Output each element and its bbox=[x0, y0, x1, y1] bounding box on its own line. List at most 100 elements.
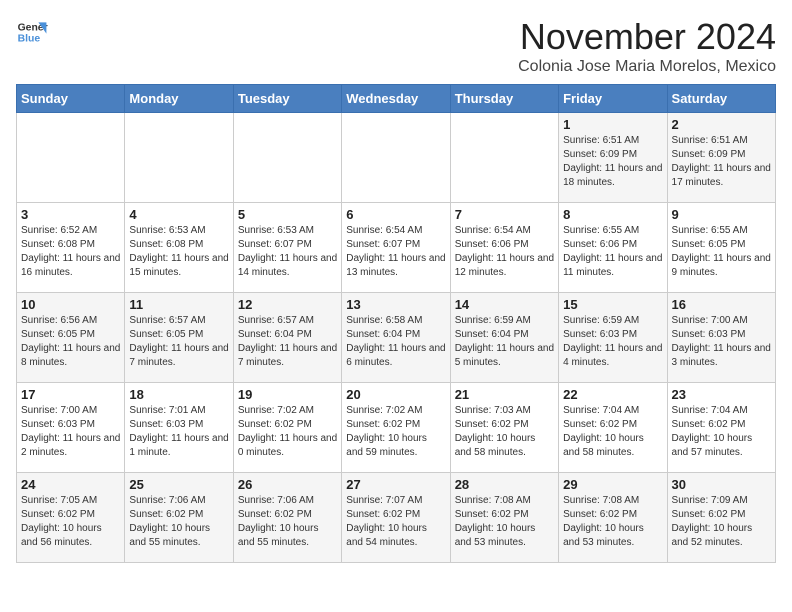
header-day-saturday: Saturday bbox=[667, 85, 775, 113]
day-number: 9 bbox=[672, 207, 771, 222]
day-info: Sunrise: 6:53 AM Sunset: 6:08 PM Dayligh… bbox=[129, 224, 228, 280]
day-number: 18 bbox=[129, 387, 228, 402]
day-number: 11 bbox=[129, 297, 228, 312]
day-info: Sunrise: 7:02 AM Sunset: 6:02 PM Dayligh… bbox=[238, 404, 337, 460]
day-info: Sunrise: 7:00 AM Sunset: 6:03 PM Dayligh… bbox=[672, 314, 771, 370]
calendar-week-1: 1 Sunrise: 6:51 AM Sunset: 6:09 PM Daylig… bbox=[17, 113, 776, 203]
calendar-cell: 9 Sunrise: 6:55 AM Sunset: 6:05 PM Daylig… bbox=[667, 203, 775, 293]
calendar-cell: 27 Sunrise: 7:07 AM Sunset: 6:02 PM Dayli… bbox=[342, 473, 450, 563]
calendar-cell: 28 Sunrise: 7:08 AM Sunset: 6:02 PM Dayli… bbox=[450, 473, 558, 563]
header-day-sunday: Sunday bbox=[17, 85, 125, 113]
day-info: Sunrise: 6:52 AM Sunset: 6:08 PM Dayligh… bbox=[21, 224, 120, 280]
day-number: 5 bbox=[238, 207, 337, 222]
day-info: Sunrise: 6:51 AM Sunset: 6:09 PM Dayligh… bbox=[672, 134, 771, 190]
day-number: 16 bbox=[672, 297, 771, 312]
calendar-cell: 18 Sunrise: 7:01 AM Sunset: 6:03 PM Dayli… bbox=[125, 383, 233, 473]
header-day-monday: Monday bbox=[125, 85, 233, 113]
calendar-cell bbox=[233, 113, 341, 203]
calendar-cell bbox=[125, 113, 233, 203]
day-info: Sunrise: 6:54 AM Sunset: 6:06 PM Dayligh… bbox=[455, 224, 554, 280]
calendar-cell bbox=[450, 113, 558, 203]
day-info: Sunrise: 6:55 AM Sunset: 6:05 PM Dayligh… bbox=[672, 224, 771, 280]
calendar-cell bbox=[342, 113, 450, 203]
day-number: 21 bbox=[455, 387, 554, 402]
day-number: 28 bbox=[455, 477, 554, 492]
calendar-cell: 15 Sunrise: 6:59 AM Sunset: 6:03 PM Dayli… bbox=[559, 293, 667, 383]
day-number: 24 bbox=[21, 477, 120, 492]
calendar-cell: 13 Sunrise: 6:58 AM Sunset: 6:04 PM Dayli… bbox=[342, 293, 450, 383]
day-number: 3 bbox=[21, 207, 120, 222]
day-number: 7 bbox=[455, 207, 554, 222]
header-day-wednesday: Wednesday bbox=[342, 85, 450, 113]
day-number: 19 bbox=[238, 387, 337, 402]
calendar-week-3: 10Sunrise: 6:56 AM Sunset: 6:05 PM Dayli… bbox=[17, 293, 776, 383]
header-day-friday: Friday bbox=[559, 85, 667, 113]
day-number: 20 bbox=[346, 387, 445, 402]
header-day-tuesday: Tuesday bbox=[233, 85, 341, 113]
calendar-cell: 21Sunrise: 7:03 AM Sunset: 6:02 PM Dayli… bbox=[450, 383, 558, 473]
day-info: Sunrise: 7:05 AM Sunset: 6:02 PM Dayligh… bbox=[21, 494, 120, 550]
day-number: 1 bbox=[563, 117, 662, 132]
calendar-cell: 22Sunrise: 7:04 AM Sunset: 6:02 PM Dayli… bbox=[559, 383, 667, 473]
day-number: 23 bbox=[672, 387, 771, 402]
calendar-cell: 19 Sunrise: 7:02 AM Sunset: 6:02 PM Dayli… bbox=[233, 383, 341, 473]
day-info: Sunrise: 7:09 AM Sunset: 6:02 PM Dayligh… bbox=[672, 494, 771, 550]
calendar-cell: 4 Sunrise: 6:53 AM Sunset: 6:08 PM Daylig… bbox=[125, 203, 233, 293]
day-number: 29 bbox=[563, 477, 662, 492]
day-info: Sunrise: 7:04 AM Sunset: 6:02 PM Dayligh… bbox=[672, 404, 771, 460]
calendar-table: SundayMondayTuesdayWednesdayThursdayFrid… bbox=[16, 84, 776, 563]
day-info: Sunrise: 6:58 AM Sunset: 6:04 PM Dayligh… bbox=[346, 314, 445, 370]
calendar-cell: 16 Sunrise: 7:00 AM Sunset: 6:03 PM Dayli… bbox=[667, 293, 775, 383]
day-number: 13 bbox=[346, 297, 445, 312]
calendar-cell: 11 Sunrise: 6:57 AM Sunset: 6:05 PM Dayli… bbox=[125, 293, 233, 383]
calendar-cell: 6Sunrise: 6:54 AM Sunset: 6:07 PM Daylig… bbox=[342, 203, 450, 293]
day-info: Sunrise: 6:59 AM Sunset: 6:03 PM Dayligh… bbox=[563, 314, 662, 370]
day-info: Sunrise: 6:57 AM Sunset: 6:05 PM Dayligh… bbox=[129, 314, 228, 370]
day-number: 26 bbox=[238, 477, 337, 492]
calendar-cell: 20Sunrise: 7:02 AM Sunset: 6:02 PM Dayli… bbox=[342, 383, 450, 473]
day-info: Sunrise: 7:08 AM Sunset: 6:02 PM Dayligh… bbox=[455, 494, 554, 550]
page-header: General Blue November 2024 Colonia Jose … bbox=[16, 16, 776, 76]
day-info: Sunrise: 7:07 AM Sunset: 6:02 PM Dayligh… bbox=[346, 494, 445, 550]
day-number: 12 bbox=[238, 297, 337, 312]
day-info: Sunrise: 7:08 AM Sunset: 6:02 PM Dayligh… bbox=[563, 494, 662, 550]
calendar-cell: 24 Sunrise: 7:05 AM Sunset: 6:02 PM Dayli… bbox=[17, 473, 125, 563]
calendar-cell: 1 Sunrise: 6:51 AM Sunset: 6:09 PM Daylig… bbox=[559, 113, 667, 203]
calendar-cell: 7 Sunrise: 6:54 AM Sunset: 6:06 PM Daylig… bbox=[450, 203, 558, 293]
calendar-cell: 12Sunrise: 6:57 AM Sunset: 6:04 PM Dayli… bbox=[233, 293, 341, 383]
calendar-cell: 5Sunrise: 6:53 AM Sunset: 6:07 PM Daylig… bbox=[233, 203, 341, 293]
day-number: 27 bbox=[346, 477, 445, 492]
day-number: 17 bbox=[21, 387, 120, 402]
day-info: Sunrise: 7:01 AM Sunset: 6:03 PM Dayligh… bbox=[129, 404, 228, 460]
day-info: Sunrise: 6:51 AM Sunset: 6:09 PM Dayligh… bbox=[563, 134, 662, 190]
day-number: 30 bbox=[672, 477, 771, 492]
day-number: 14 bbox=[455, 297, 554, 312]
calendar-week-5: 24 Sunrise: 7:05 AM Sunset: 6:02 PM Dayli… bbox=[17, 473, 776, 563]
day-number: 22 bbox=[563, 387, 662, 402]
day-number: 4 bbox=[129, 207, 228, 222]
calendar-cell: 25 Sunrise: 7:06 AM Sunset: 6:02 PM Dayli… bbox=[125, 473, 233, 563]
logo: General Blue bbox=[16, 16, 48, 48]
day-info: Sunrise: 7:06 AM Sunset: 6:02 PM Dayligh… bbox=[238, 494, 337, 550]
calendar-week-2: 3 Sunrise: 6:52 AM Sunset: 6:08 PM Daylig… bbox=[17, 203, 776, 293]
day-number: 10 bbox=[21, 297, 120, 312]
calendar-cell: 17 Sunrise: 7:00 AM Sunset: 6:03 PM Dayli… bbox=[17, 383, 125, 473]
calendar-cell: 8Sunrise: 6:55 AM Sunset: 6:06 PM Daylig… bbox=[559, 203, 667, 293]
day-info: Sunrise: 7:00 AM Sunset: 6:03 PM Dayligh… bbox=[21, 404, 120, 460]
day-number: 15 bbox=[563, 297, 662, 312]
calendar-cell: 26 Sunrise: 7:06 AM Sunset: 6:02 PM Dayli… bbox=[233, 473, 341, 563]
calendar-cell: 23 Sunrise: 7:04 AM Sunset: 6:02 PM Dayli… bbox=[667, 383, 775, 473]
calendar-header: SundayMondayTuesdayWednesdayThursdayFrid… bbox=[17, 85, 776, 113]
day-number: 2 bbox=[672, 117, 771, 132]
calendar-cell: 3 Sunrise: 6:52 AM Sunset: 6:08 PM Daylig… bbox=[17, 203, 125, 293]
header-day-thursday: Thursday bbox=[450, 85, 558, 113]
day-info: Sunrise: 7:06 AM Sunset: 6:02 PM Dayligh… bbox=[129, 494, 228, 550]
day-number: 25 bbox=[129, 477, 228, 492]
calendar-cell bbox=[17, 113, 125, 203]
logo-icon: General Blue bbox=[16, 16, 48, 48]
day-info: Sunrise: 6:54 AM Sunset: 6:07 PM Dayligh… bbox=[346, 224, 445, 280]
calendar-cell: 29 Sunrise: 7:08 AM Sunset: 6:02 PM Dayli… bbox=[559, 473, 667, 563]
location-subtitle: Colonia Jose Maria Morelos, Mexico bbox=[518, 58, 776, 76]
title-section: November 2024 Colonia Jose Maria Morelos… bbox=[518, 16, 776, 76]
month-title: November 2024 bbox=[518, 16, 776, 58]
